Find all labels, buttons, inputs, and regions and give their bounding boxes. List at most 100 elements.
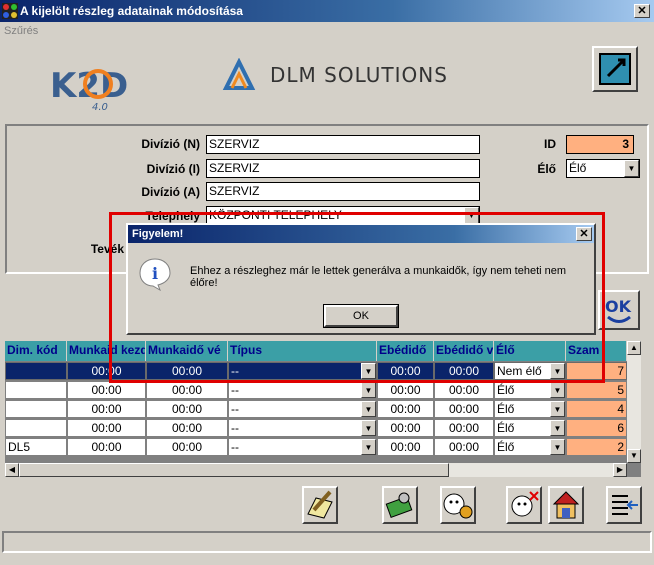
cell-dim[interactable] xyxy=(5,381,67,399)
cell-end[interactable]: 00:00 xyxy=(146,381,228,399)
cell-dim[interactable] xyxy=(5,362,67,380)
cell-elo[interactable]: Élő ▼ xyxy=(494,438,566,456)
cell-lunch-start[interactable]: 00:00 xyxy=(377,400,434,418)
elo-value: Élő xyxy=(569,161,587,175)
chevron-down-icon[interactable]: ▼ xyxy=(361,439,376,455)
money-button[interactable] xyxy=(382,486,418,524)
cell-start[interactable]: 00:00 xyxy=(67,400,146,418)
cell-lunch-start[interactable]: 00:00 xyxy=(377,419,434,437)
dialog-close-button[interactable]: ✕ xyxy=(576,227,592,241)
cell-type[interactable]: -- ▼ xyxy=(228,419,377,437)
edit-record-button[interactable] xyxy=(302,486,338,524)
id-field: 3 xyxy=(566,135,634,154)
cell-type[interactable]: -- ▼ xyxy=(228,362,377,380)
cell-lunch-start[interactable]: 00:00 xyxy=(377,381,434,399)
column-header-lunch-end[interactable]: Ebédidő v xyxy=(434,341,494,361)
person-remove-icon xyxy=(511,491,539,517)
cell-szam[interactable]: 4 xyxy=(566,400,627,418)
ok-button[interactable]: OK xyxy=(598,290,640,330)
dlm-logo: DLM SOLUTIONS xyxy=(222,57,482,94)
worktime-grid: Dim. kód Munkaid kezd Munkaidő vé Típus … xyxy=(5,341,641,477)
column-header-szam[interactable]: Szam xyxy=(566,341,627,361)
chevron-down-icon[interactable]: ▼ xyxy=(550,401,565,417)
info-icon: i xyxy=(139,258,171,291)
cell-end[interactable]: 00:00 xyxy=(146,400,228,418)
chevron-down-icon[interactable]: ▼ xyxy=(361,382,376,398)
chevron-down-icon[interactable]: ▼ xyxy=(550,363,565,379)
cell-lunch-end[interactable]: 00:00 xyxy=(434,381,494,399)
cell-lunch-start[interactable]: 00:00 xyxy=(377,438,434,456)
cell-dim[interactable] xyxy=(5,419,67,437)
cell-elo[interactable]: Élő ▼ xyxy=(494,419,566,437)
cell-start[interactable]: 00:00 xyxy=(67,419,146,437)
cell-lunch-start[interactable]: 00:00 xyxy=(377,362,434,380)
cell-start[interactable]: 00:00 xyxy=(67,438,146,456)
cell-end[interactable]: 00:00 xyxy=(146,419,228,437)
cell-elo[interactable]: Élő ▼ xyxy=(494,400,566,418)
cell-type[interactable]: -- ▼ xyxy=(228,438,377,456)
chevron-down-icon[interactable]: ▼ xyxy=(361,420,376,436)
grid-horizontal-scrollbar[interactable]: ◀ ▶ xyxy=(5,463,627,477)
cell-elo[interactable]: Élő ▼ xyxy=(494,381,566,399)
cell-type[interactable]: -- ▼ xyxy=(228,400,377,418)
scroll-down-arrow-icon[interactable]: ▼ xyxy=(627,449,641,463)
divizio-a-field[interactable]: SZERVIZ xyxy=(206,182,480,201)
scroll-thumb[interactable] xyxy=(19,463,449,477)
window-close-button[interactable]: ✕ xyxy=(634,4,650,18)
cell-type[interactable]: -- ▼ xyxy=(228,381,377,399)
site-button[interactable] xyxy=(548,486,584,524)
scroll-up-arrow-icon[interactable]: ▲ xyxy=(627,341,641,355)
cell-lunch-end[interactable]: 00:00 xyxy=(434,400,494,418)
divizio-i-label: Divízió (I) xyxy=(146,162,200,176)
cell-end[interactable]: 00:00 xyxy=(146,362,228,380)
grid-vertical-scrollbar[interactable]: ▲ ▼ xyxy=(627,341,641,463)
k2d-version: 4.0 xyxy=(92,102,108,112)
cell-szam[interactable]: 7 xyxy=(566,362,627,380)
chevron-down-icon[interactable]: ▼ xyxy=(361,363,376,379)
cell-start[interactable]: 00:00 xyxy=(67,381,146,399)
chevron-down-icon[interactable]: ▼ xyxy=(550,439,565,455)
scroll-right-arrow-icon[interactable]: ▶ xyxy=(613,463,627,477)
edit-toolbar-button[interactable] xyxy=(592,46,638,92)
cell-lunch-end[interactable]: 00:00 xyxy=(434,419,494,437)
cell-elo[interactable]: Nem élő ▼ xyxy=(494,362,566,380)
chevron-down-icon[interactable]: ▼ xyxy=(361,401,376,417)
column-header-elo[interactable]: Élő xyxy=(494,341,566,361)
chevron-down-icon[interactable]: ▼ xyxy=(550,420,565,436)
chevron-down-icon[interactable]: ▼ xyxy=(464,207,479,224)
cell-szam[interactable]: 5 xyxy=(566,381,627,399)
column-header-start[interactable]: Munkaid kezd xyxy=(67,341,146,361)
cell-elo-value: Nem élő xyxy=(497,364,542,378)
cell-end[interactable]: 00:00 xyxy=(146,438,228,456)
scroll-left-arrow-icon[interactable]: ◀ xyxy=(5,463,19,477)
chevron-down-icon[interactable]: ▼ xyxy=(624,160,639,177)
cell-lunch-end[interactable]: 00:00 xyxy=(434,438,494,456)
elo-label: Élő xyxy=(537,162,556,176)
person-gear-icon xyxy=(443,493,473,519)
cell-elo-value: Élő xyxy=(497,402,515,416)
chevron-down-icon[interactable]: ▼ xyxy=(550,382,565,398)
exit-button[interactable] xyxy=(606,486,642,524)
cell-szam[interactable]: 6 xyxy=(566,419,627,437)
dialog-ok-button[interactable]: OK xyxy=(323,304,399,328)
person-settings-button[interactable] xyxy=(440,486,476,524)
divizio-n-field[interactable]: SZERVIZ xyxy=(206,135,480,154)
column-header-end[interactable]: Munkaidő vé xyxy=(146,341,228,361)
cell-dim[interactable] xyxy=(5,400,67,418)
menu-item-szures[interactable]: Szűrés xyxy=(4,25,38,37)
cell-lunch-end[interactable]: 00:00 xyxy=(434,362,494,380)
column-header-lunch-start[interactable]: Ebédidő xyxy=(377,341,434,361)
edit-icon xyxy=(599,53,631,85)
elo-select[interactable]: Élő ▼ xyxy=(566,159,640,178)
remove-person-button[interactable] xyxy=(506,486,542,524)
dialog-title: Figyelem! xyxy=(128,225,594,243)
column-header-type[interactable]: Típus xyxy=(228,341,377,361)
house-icon xyxy=(552,491,580,519)
cell-dim[interactable]: DL5 xyxy=(5,438,67,456)
money-icon xyxy=(385,492,413,518)
column-header-dim[interactable]: Dim. kód xyxy=(5,341,67,361)
divizio-i-field[interactable]: SZERVIZ xyxy=(206,159,480,178)
cell-szam[interactable]: 2 xyxy=(566,438,627,456)
cell-start[interactable]: 00:00 xyxy=(67,362,146,380)
list-arrow-icon xyxy=(612,495,638,515)
